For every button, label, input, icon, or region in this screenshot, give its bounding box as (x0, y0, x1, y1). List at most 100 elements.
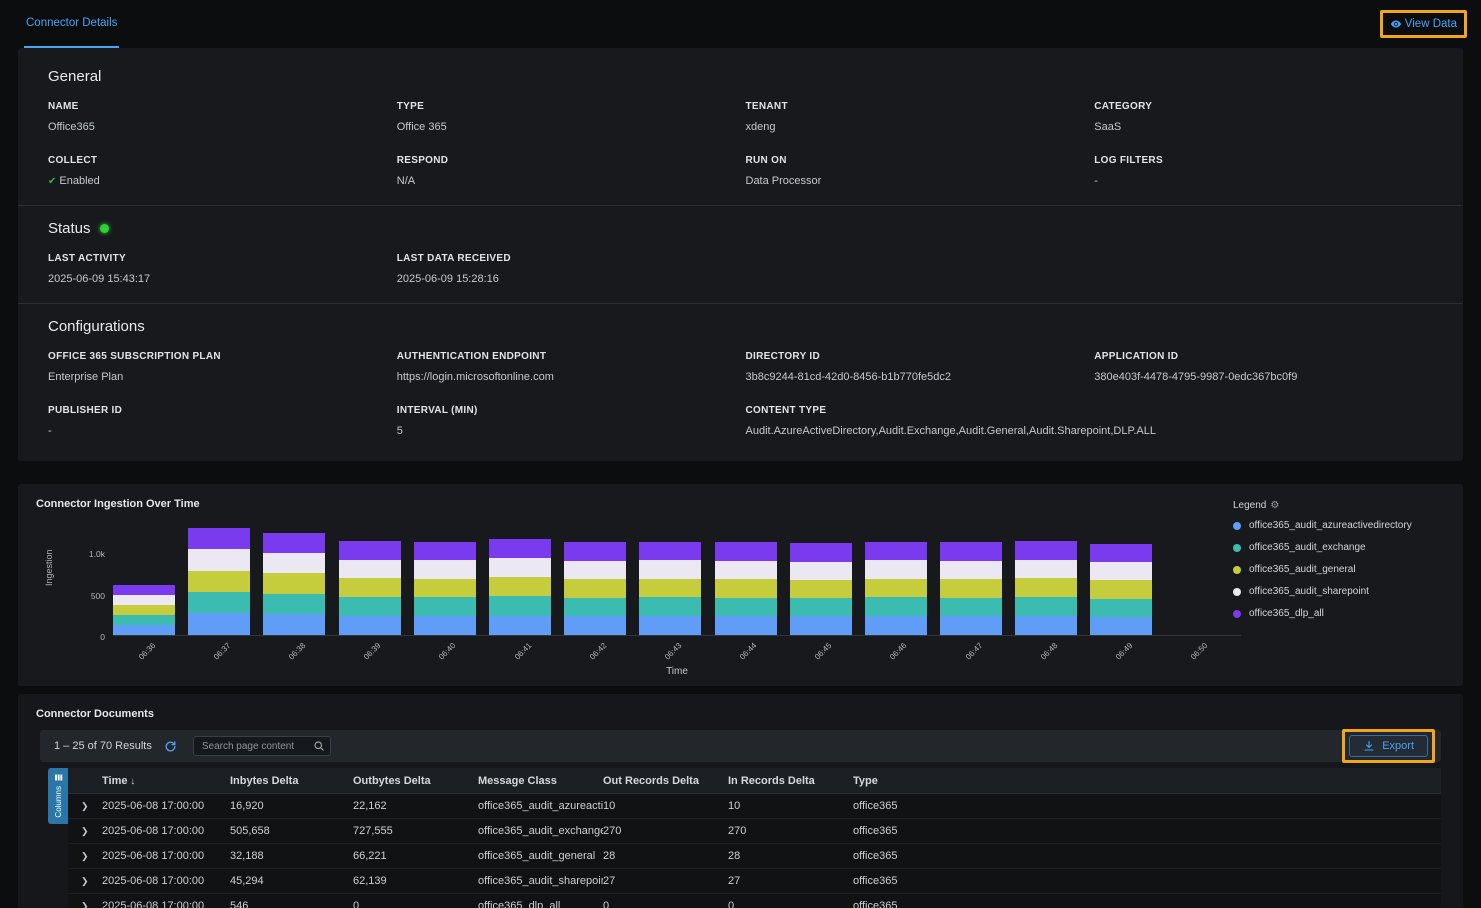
configurations-section-title: Configurations (48, 318, 1433, 335)
general-section: General NAMEOffice365TYPEOffice 365TENAN… (48, 68, 1433, 187)
bar-segment (113, 625, 175, 635)
header-outbytes-delta[interactable]: Outbytes Delta (353, 775, 478, 787)
bar-segment (113, 615, 175, 625)
x-tick-label: 06:48 (1015, 638, 1090, 664)
table-cell: office365 (853, 900, 1441, 908)
header-message-class[interactable]: Message Class (478, 775, 603, 787)
header-inbytes-delta[interactable]: Inbytes Delta (230, 775, 353, 787)
field-value: Audit.AzureActiveDirectory,Audit.Exchang… (746, 425, 1434, 437)
row-expander[interactable]: ❯ (68, 900, 102, 908)
section-divider (18, 205, 1463, 206)
export-button[interactable]: Export (1349, 735, 1428, 757)
configurations-fields-grid: OFFICE 365 SUBSCRIPTION PLANEnterprise P… (48, 351, 1433, 437)
bar-segment (715, 598, 777, 617)
view-data-label: View Data (1405, 18, 1457, 30)
bar-segment (188, 613, 250, 635)
chevron-right-icon: ❯ (81, 826, 89, 836)
field-value: Office365 (48, 121, 387, 133)
bar-segment (639, 597, 701, 616)
bar-segment (1015, 597, 1077, 616)
legend-item[interactable]: office365_audit_exchange (1233, 542, 1445, 553)
bar-segment (790, 543, 852, 561)
table-row[interactable]: ❯2025-06-08 17:00:00505,658727,555office… (68, 819, 1441, 844)
legend-dot-icon (1233, 522, 1241, 530)
table-cell: 727,555 (353, 825, 478, 837)
refresh-icon (164, 740, 177, 753)
field-value: 380e403f-4478-4795-9987-0edc367bc0f9 (1094, 371, 1433, 383)
bar-segment (1090, 599, 1152, 617)
x-axis-labels: 06:3606:3706:3806:3906:4006:4106:4206:43… (113, 638, 1241, 664)
bar-segment (865, 597, 927, 616)
field-label: COLLECT (48, 155, 387, 166)
bar-0646 (865, 542, 927, 635)
x-tick-text: 06:50 (1189, 641, 1210, 662)
header-out-records-delta[interactable]: Out Records Delta (603, 775, 728, 787)
columns-icon (54, 773, 63, 782)
field-label: PUBLISHER ID (48, 405, 387, 416)
table-row[interactable]: ❯2025-06-08 17:00:0045,29462,139office36… (68, 869, 1441, 894)
bar-segment (715, 561, 777, 579)
bar-segment (113, 595, 175, 605)
row-expander[interactable]: ❯ (68, 850, 102, 862)
legend-settings-gear-icon[interactable]: ⚙ (1270, 500, 1279, 511)
chart-plot-area: 05001.0k 06:3606:3706:3806:3906:4006:410… (113, 526, 1241, 664)
x-tick-label: 06:46 (865, 638, 940, 664)
header-type[interactable]: Type (853, 775, 1441, 787)
field-label: LAST ACTIVITY (48, 253, 387, 264)
table-header-row: Time ↓Inbytes DeltaOutbytes DeltaMessage… (68, 768, 1441, 794)
download-icon (1363, 740, 1375, 752)
bar-segment (188, 528, 250, 549)
row-expander[interactable]: ❯ (68, 875, 102, 887)
top-bar: Connector Details View Data (0, 0, 1481, 48)
search-input[interactable] (193, 736, 331, 756)
legend-label: office365_audit_azureactivedirectory (1249, 520, 1412, 531)
bar-0649 (1090, 544, 1152, 635)
bar-0647 (940, 542, 1002, 635)
field-type: TYPEOffice 365 (397, 101, 736, 133)
table-row[interactable]: ❯2025-06-08 17:00:0016,92022,162office36… (68, 794, 1441, 819)
table-cell: office365 (853, 825, 1441, 837)
bar-segment (414, 579, 476, 598)
table-row[interactable]: ❯2025-06-08 17:00:005460office365_dlp_al… (68, 894, 1441, 908)
row-expander[interactable]: ❯ (68, 800, 102, 812)
bar-segment (564, 542, 626, 561)
table-cell: 546 (230, 900, 353, 908)
table-row[interactable]: ❯2025-06-08 17:00:0032,18866,221office36… (68, 844, 1441, 869)
export-label: Export (1382, 740, 1414, 752)
legend-item[interactable]: office365_audit_sharepoint (1233, 586, 1445, 597)
connector-details-panel: General NAMEOffice365TYPEOffice 365TENAN… (18, 48, 1463, 461)
field-value: ✔Enabled (48, 175, 387, 187)
bar-segment (489, 616, 551, 635)
table-cell: 2025-06-08 17:00:00 (102, 900, 230, 908)
table-cell: 270 (728, 825, 853, 837)
header-time[interactable]: Time ↓ (102, 775, 230, 787)
bar-segment (715, 579, 777, 598)
bar-0645 (790, 543, 852, 635)
bar-segment (715, 616, 777, 635)
columns-tab[interactable]: Columns (48, 768, 68, 824)
x-tick-text: 06:37 (212, 641, 233, 662)
view-data-button[interactable]: View Data (1390, 18, 1457, 30)
bar-segment (188, 549, 250, 570)
bar-segment (188, 592, 250, 614)
legend-item[interactable]: office365_audit_general (1233, 564, 1445, 575)
legend-item[interactable]: office365_audit_azureactivedirectory (1233, 520, 1445, 531)
row-expander[interactable]: ❯ (68, 825, 102, 837)
bar-segment (865, 579, 927, 598)
bar-0641 (489, 539, 551, 635)
search-icon (313, 740, 325, 752)
tab-connector-details[interactable]: Connector Details (24, 0, 119, 48)
field-value: Office 365 (397, 121, 736, 133)
refresh-button[interactable] (162, 738, 179, 755)
table-cell: 28 (728, 850, 853, 862)
bar-segment (564, 616, 626, 635)
bar-segment (940, 561, 1002, 579)
documents-toolbar: 1 – 25 of 70 Results Export (40, 730, 1441, 762)
bar-0640 (414, 542, 476, 635)
header-in-records-delta[interactable]: In Records Delta (728, 775, 853, 787)
x-tick-text: 06:49 (1114, 641, 1135, 662)
x-tick-label: 06:36 (113, 638, 188, 664)
chart-legend: Legend ⚙ office365_audit_azureactivedire… (1233, 500, 1445, 630)
x-tick-text: 06:41 (512, 641, 533, 662)
legend-item[interactable]: office365_dlp_all (1233, 608, 1445, 619)
